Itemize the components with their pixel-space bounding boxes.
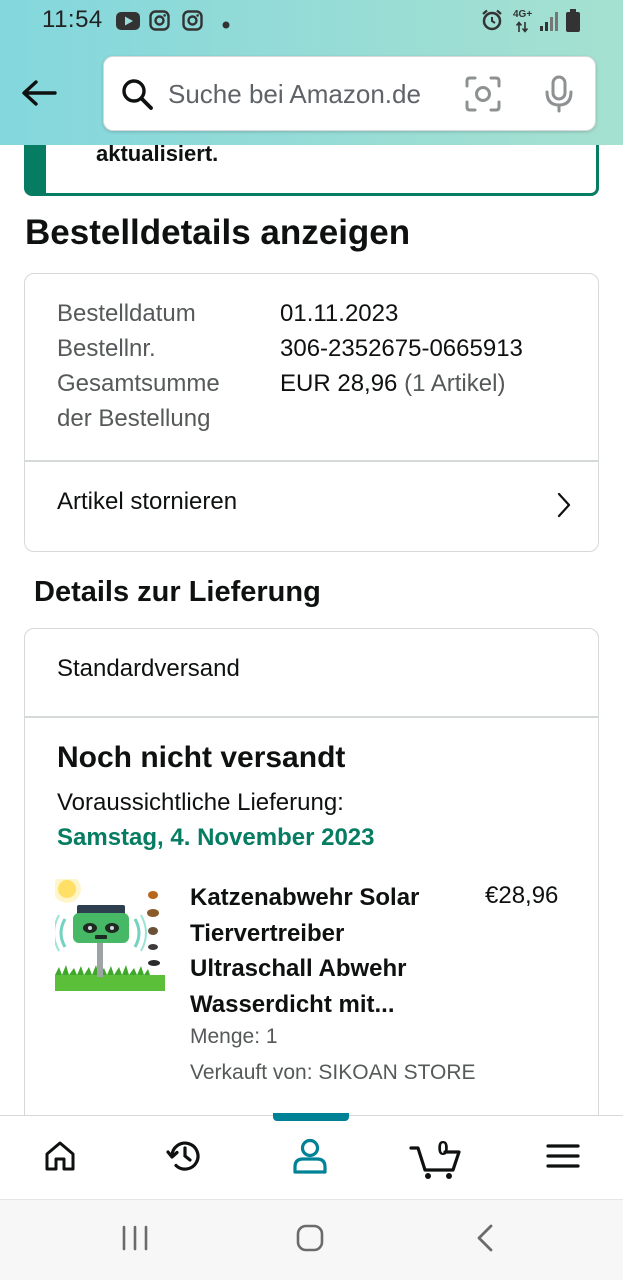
system-back-button[interactable]: [460, 1220, 510, 1260]
order-total-amount: EUR 28,96: [280, 370, 398, 397]
divider: [25, 716, 598, 718]
page-title: Bestelldetails anzeigen: [25, 213, 411, 252]
order-total-label-line2: der Bestellung: [57, 405, 211, 432]
status-clock: 11:54: [42, 6, 103, 33]
order-number-value: 306-2352675-0665913: [280, 335, 523, 362]
order-summary-card: Bestelldatum 01.11.2023 Bestellnr. 306-2…: [24, 273, 599, 552]
shipment-status: Noch nicht versandt: [57, 741, 346, 774]
search-bar[interactable]: [103, 56, 596, 131]
camera-search-icon[interactable]: [464, 75, 502, 118]
order-item-count: (1 Artikel): [404, 370, 506, 397]
nav-menu-button[interactable]: [533, 1132, 593, 1184]
cancel-items-row[interactable]: Artikel stornieren: [25, 462, 598, 551]
delivery-details-heading: Details zur Lieferung: [34, 576, 321, 608]
product-quantity: Menge: 1: [190, 1025, 278, 1048]
alarm-icon: [480, 8, 504, 37]
microphone-icon[interactable]: [544, 75, 574, 118]
recent-apps-button[interactable]: [110, 1220, 160, 1260]
cart-count-badge: 0: [437, 1138, 449, 1160]
data-arrows-icon: [515, 20, 529, 38]
nav-home-button[interactable]: [30, 1132, 90, 1184]
search-input[interactable]: [168, 73, 448, 115]
network-type: 4G+: [513, 9, 533, 20]
youtube-icon: [116, 12, 140, 35]
order-date-value: 01.11.2023: [280, 300, 399, 327]
signal-icon: [539, 10, 559, 37]
order-date-label: Bestelldatum: [57, 300, 196, 327]
delivery-card: Standardversand Noch nicht versandt Vora…: [24, 628, 599, 1148]
cancel-items-label: Artikel stornieren: [57, 488, 238, 515]
back-button[interactable]: [14, 70, 64, 116]
nav-history-button[interactable]: [155, 1132, 215, 1184]
status-bar: 11:54 4G+: [0, 0, 623, 42]
home-system-button[interactable]: [285, 1220, 335, 1260]
dot-icon: [222, 16, 230, 34]
product-seller: Verkauft von: SIKOAN STORE: [190, 1061, 476, 1084]
history-icon: [166, 1137, 204, 1180]
order-total-value: EUR 28,96 (1 Artikel): [280, 370, 505, 398]
shipping-method: Standardversand: [57, 655, 240, 682]
nav-cart-button[interactable]: 0: [405, 1132, 465, 1184]
battery-icon: [565, 9, 581, 38]
product-price: €28,96: [485, 882, 559, 909]
home-circle-icon: [295, 1223, 325, 1258]
app-header: 11:54 4G+: [0, 0, 623, 145]
chevron-right-icon: [556, 492, 572, 523]
back-chevron-icon: [475, 1223, 495, 1258]
nav-account-button[interactable]: [280, 1132, 340, 1184]
order-total-label-line1: Gesamtsumme: [57, 370, 220, 397]
home-icon: [43, 1139, 77, 1178]
account-icon: [291, 1137, 329, 1180]
order-number-label: Bestellnr.: [57, 335, 156, 362]
instagram-icon: [182, 10, 203, 36]
search-icon: [120, 77, 154, 116]
bottom-navigation: 0: [0, 1113, 623, 1199]
product-image[interactable]: [53, 875, 165, 991]
cart-icon: 0: [409, 1136, 461, 1180]
estimated-delivery-date: Samstag, 4. November 2023: [57, 824, 375, 851]
recent-apps-icon: [121, 1225, 149, 1256]
system-navigation-bar: [0, 1199, 623, 1280]
estimated-delivery-label: Voraussichtliche Lieferung:: [57, 789, 344, 816]
menu-icon: [546, 1142, 580, 1175]
product-title[interactable]: Katzenabwehr Solar Tiervertreiber Ultras…: [190, 880, 450, 1022]
active-tab-indicator: [273, 1113, 349, 1121]
instagram-icon: [149, 10, 170, 36]
